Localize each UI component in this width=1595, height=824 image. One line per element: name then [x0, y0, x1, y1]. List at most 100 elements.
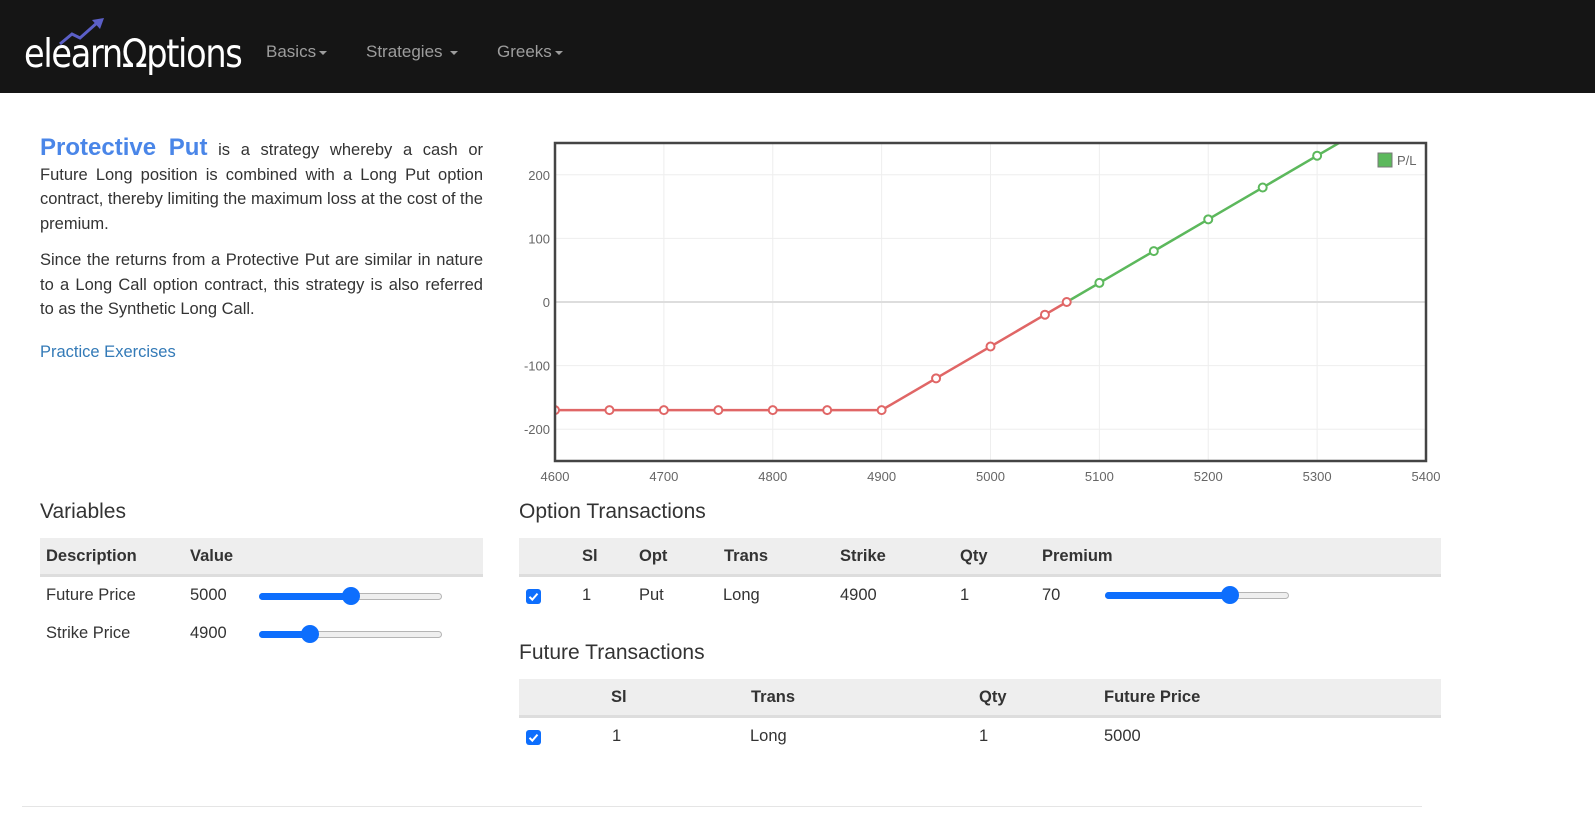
- slider-thumb[interactable]: [301, 625, 320, 643]
- series-line-segment: [880, 377, 937, 412]
- data-point[interactable]: [1203, 214, 1214, 225]
- x-tick-label: 5000: [976, 469, 1005, 484]
- series-line-segment: [1207, 186, 1264, 221]
- nav-basics[interactable]: Basics: [266, 42, 328, 62]
- x-tick-label: 5300: [1303, 469, 1332, 484]
- future-qty: 1: [979, 727, 989, 745]
- premium-slider[interactable]: [1105, 585, 1289, 605]
- practice-exercises-link[interactable]: Practice Exercises: [40, 343, 176, 362]
- series-line-segment: [1066, 281, 1101, 304]
- col-description: Description: [46, 547, 137, 565]
- nav-greeks-label: Greeks: [497, 42, 552, 61]
- data-point[interactable]: [1061, 297, 1072, 307]
- y-tick-label: -100: [524, 359, 550, 374]
- variables-table: Description Value Future Price 5000 Stri…: [40, 538, 483, 653]
- future-table-header: Sl Trans Qty Future Price: [519, 679, 1441, 718]
- caret-down-icon: [319, 50, 328, 55]
- col-sl: Sl: [611, 688, 627, 706]
- variable-description: Strike Price: [46, 624, 131, 642]
- option-transactions-title: Option Transactions: [519, 500, 706, 523]
- col-qty: Qty: [979, 688, 1007, 706]
- x-tick-label: 4700: [649, 469, 678, 484]
- nav-greeks[interactable]: Greeks: [497, 42, 563, 62]
- col-opt: Opt: [639, 547, 668, 565]
- col-sl: Sl: [582, 547, 598, 565]
- nav-basics-label: Basics: [266, 42, 317, 61]
- data-point[interactable]: [985, 341, 996, 352]
- x-tick-label: 4600: [541, 469, 570, 484]
- variables-table-header: Description Value: [40, 538, 483, 577]
- strike-price-slider[interactable]: [259, 624, 442, 644]
- data-point[interactable]: [822, 405, 833, 416]
- data-point[interactable]: [767, 405, 778, 416]
- col-qty: Qty: [960, 547, 988, 565]
- nav-strategies[interactable]: Strategies: [366, 42, 459, 62]
- option-premium: 70: [1042, 586, 1061, 604]
- table-row: 1 Long 1 5000: [519, 718, 1441, 756]
- brand-logo[interactable]: elearnΩptions: [24, 18, 243, 82]
- data-point[interactable]: [1148, 246, 1159, 257]
- table-row: Strike Price 4900: [40, 615, 483, 653]
- description-paragraph-1: Protective Put is a strategy whereby a c…: [40, 134, 483, 236]
- future-row-checkbox[interactable]: [526, 730, 541, 745]
- strategy-title: Protective Put: [40, 134, 208, 161]
- slider-thumb[interactable]: [1221, 586, 1240, 604]
- option-row-checkbox[interactable]: [526, 589, 541, 604]
- data-point[interactable]: [1039, 309, 1050, 320]
- x-tick-label: 4900: [867, 469, 896, 484]
- variable-value: 5000: [190, 586, 227, 604]
- x-tick-label: 4800: [758, 469, 787, 484]
- future-price-value: 5000: [1104, 727, 1141, 745]
- table-row: 1 Put Long 4900 1 70: [519, 577, 1441, 615]
- description-paragraph-2: Since the returns from a Protective Put …: [40, 251, 483, 318]
- option-qty: 1: [960, 586, 970, 604]
- future-trans: Long: [750, 727, 787, 745]
- legend-swatch: [1377, 152, 1393, 168]
- option-sl: 1: [582, 586, 592, 604]
- data-point[interactable]: [1312, 150, 1323, 161]
- col-future-price: Future Price: [1104, 688, 1201, 706]
- x-tick-label: 5200: [1194, 469, 1223, 484]
- future-transactions-table: Sl Trans Qty Future Price 1 Long 1 5000: [519, 679, 1441, 756]
- col-strike: Strike: [840, 547, 886, 565]
- x-tick-label: 5400: [1412, 469, 1441, 484]
- col-trans: Trans: [751, 688, 796, 706]
- future-sl: 1: [612, 727, 622, 745]
- data-point[interactable]: [658, 405, 669, 416]
- x-tick-label: 5100: [1085, 469, 1114, 484]
- caret-down-icon: [554, 50, 563, 55]
- footer-divider: [22, 806, 1422, 807]
- series-group: [555, 143, 1340, 416]
- series-line-segment: [1153, 218, 1209, 253]
- variables-title: Variables: [40, 500, 126, 523]
- data-point[interactable]: [1094, 277, 1105, 288]
- data-point[interactable]: [604, 405, 615, 416]
- series-line-segment: [989, 313, 1046, 348]
- data-point[interactable]: [1257, 182, 1268, 193]
- col-premium: Premium: [1042, 547, 1113, 565]
- caret-down-icon: [450, 50, 459, 55]
- series-line-segment: [1262, 154, 1318, 189]
- option-opt: Put: [639, 586, 664, 604]
- top-navbar: elearnΩptions Basics Strategies Greeks: [0, 0, 1595, 93]
- strategy-description: Protective Put is a strategy whereby a c…: [40, 134, 483, 334]
- option-table-header: Sl Opt Trans Strike Qty Premium: [519, 538, 1441, 577]
- option-strike: 4900: [840, 586, 877, 604]
- variable-value: 4900: [190, 624, 227, 642]
- data-point[interactable]: [713, 405, 724, 416]
- data-point[interactable]: [931, 373, 942, 384]
- nav-strategies-label: Strategies: [366, 42, 443, 61]
- col-value: Value: [190, 547, 234, 565]
- table-row: Future Price 5000: [40, 577, 483, 615]
- future-price-slider[interactable]: [259, 586, 442, 606]
- pl-chart: 4600 4700 4800 4900 5000 5100 5200 5300 5400 200 1…: [524, 141, 1441, 484]
- col-trans: Trans: [724, 547, 769, 565]
- logo-text: elearnΩptions: [24, 32, 243, 77]
- option-trans: Long: [723, 586, 760, 604]
- slider-thumb[interactable]: [341, 587, 360, 605]
- y-tick-label: 200: [528, 168, 550, 183]
- y-tick-label: 0: [543, 295, 550, 310]
- variable-description: Future Price: [46, 586, 136, 604]
- data-point[interactable]: [876, 405, 887, 416]
- y-tick-label: 100: [528, 231, 550, 246]
